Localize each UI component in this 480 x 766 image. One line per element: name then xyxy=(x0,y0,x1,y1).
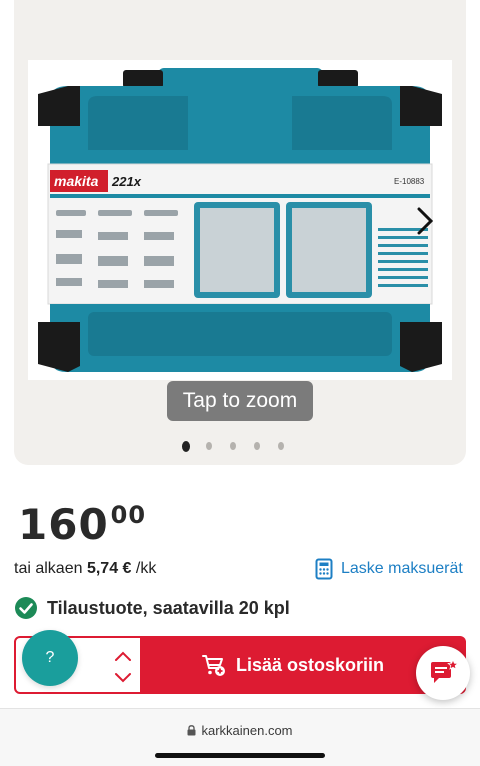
help-label: ? xyxy=(45,649,55,666)
lock-icon xyxy=(187,725,196,736)
installment-prefix: tai alkaen xyxy=(14,560,83,577)
pagination-dot-5[interactable] xyxy=(278,442,284,450)
price-cents: 00 xyxy=(110,501,147,529)
pagination-dot-2[interactable] xyxy=(206,442,213,450)
installment-amount: 5,74 € xyxy=(86,560,132,577)
pagination-dot-4[interactable] xyxy=(254,442,261,450)
add-to-cart-row: Lisää ostoskoriin xyxy=(14,636,466,694)
quantity-increase-button[interactable] xyxy=(112,647,134,665)
chevron-down-icon xyxy=(115,673,131,683)
svg-text:makita: makita xyxy=(54,173,99,189)
pagination-dot-3[interactable] xyxy=(230,442,237,450)
cart-add-icon xyxy=(201,655,225,676)
price-euros: 160 xyxy=(18,500,109,549)
chat-icon xyxy=(431,659,458,683)
next-image-arrow[interactable] xyxy=(412,204,438,238)
chevron-right-icon xyxy=(417,207,434,235)
check-circle-icon xyxy=(15,597,37,619)
tap-to-zoom-badge[interactable]: Tap to zoom xyxy=(167,381,313,421)
product-price: 160 00 xyxy=(18,500,146,550)
calculate-installments-link[interactable]: Laske maksuerät xyxy=(315,558,463,580)
installment-info: tai alkaen 5,74 € /kk xyxy=(14,560,156,578)
address-bar[interactable]: karkkainen.com xyxy=(0,723,480,738)
pagination-dot-1[interactable] xyxy=(182,440,191,452)
url-text: karkkainen.com xyxy=(201,723,293,738)
svg-text:E-10883: E-10883 xyxy=(394,177,425,186)
product-image[interactable]: makita 221x E-10883 xyxy=(28,60,452,380)
home-indicator[interactable] xyxy=(155,753,325,758)
availability-text: Tilaustuote, saatavilla 20 kpl xyxy=(47,597,290,618)
toolcase-illustration: makita 221x E-10883 xyxy=(38,68,442,372)
calculate-installments-label: Laske maksuerät xyxy=(341,560,463,577)
add-to-cart-label: Lisää ostoskoriin xyxy=(235,654,385,675)
svg-text:221x: 221x xyxy=(111,174,142,189)
quantity-decrease-button[interactable] xyxy=(112,669,134,687)
gallery-pagination xyxy=(182,439,302,453)
zoom-label: Tap to zoom xyxy=(182,389,298,412)
product-gallery[interactable]: makita 221x E-10883 Tap to zoom xyxy=(14,0,466,465)
calculator-icon xyxy=(315,558,333,580)
help-button[interactable]: ? xyxy=(22,630,78,686)
availability-status: Tilaustuote, saatavilla 20 kpl xyxy=(14,596,290,620)
chevron-up-icon xyxy=(115,651,131,661)
chat-button[interactable] xyxy=(416,646,470,700)
installment-suffix: /kk xyxy=(135,560,157,577)
browser-bottom-bar: karkkainen.com xyxy=(0,708,480,766)
